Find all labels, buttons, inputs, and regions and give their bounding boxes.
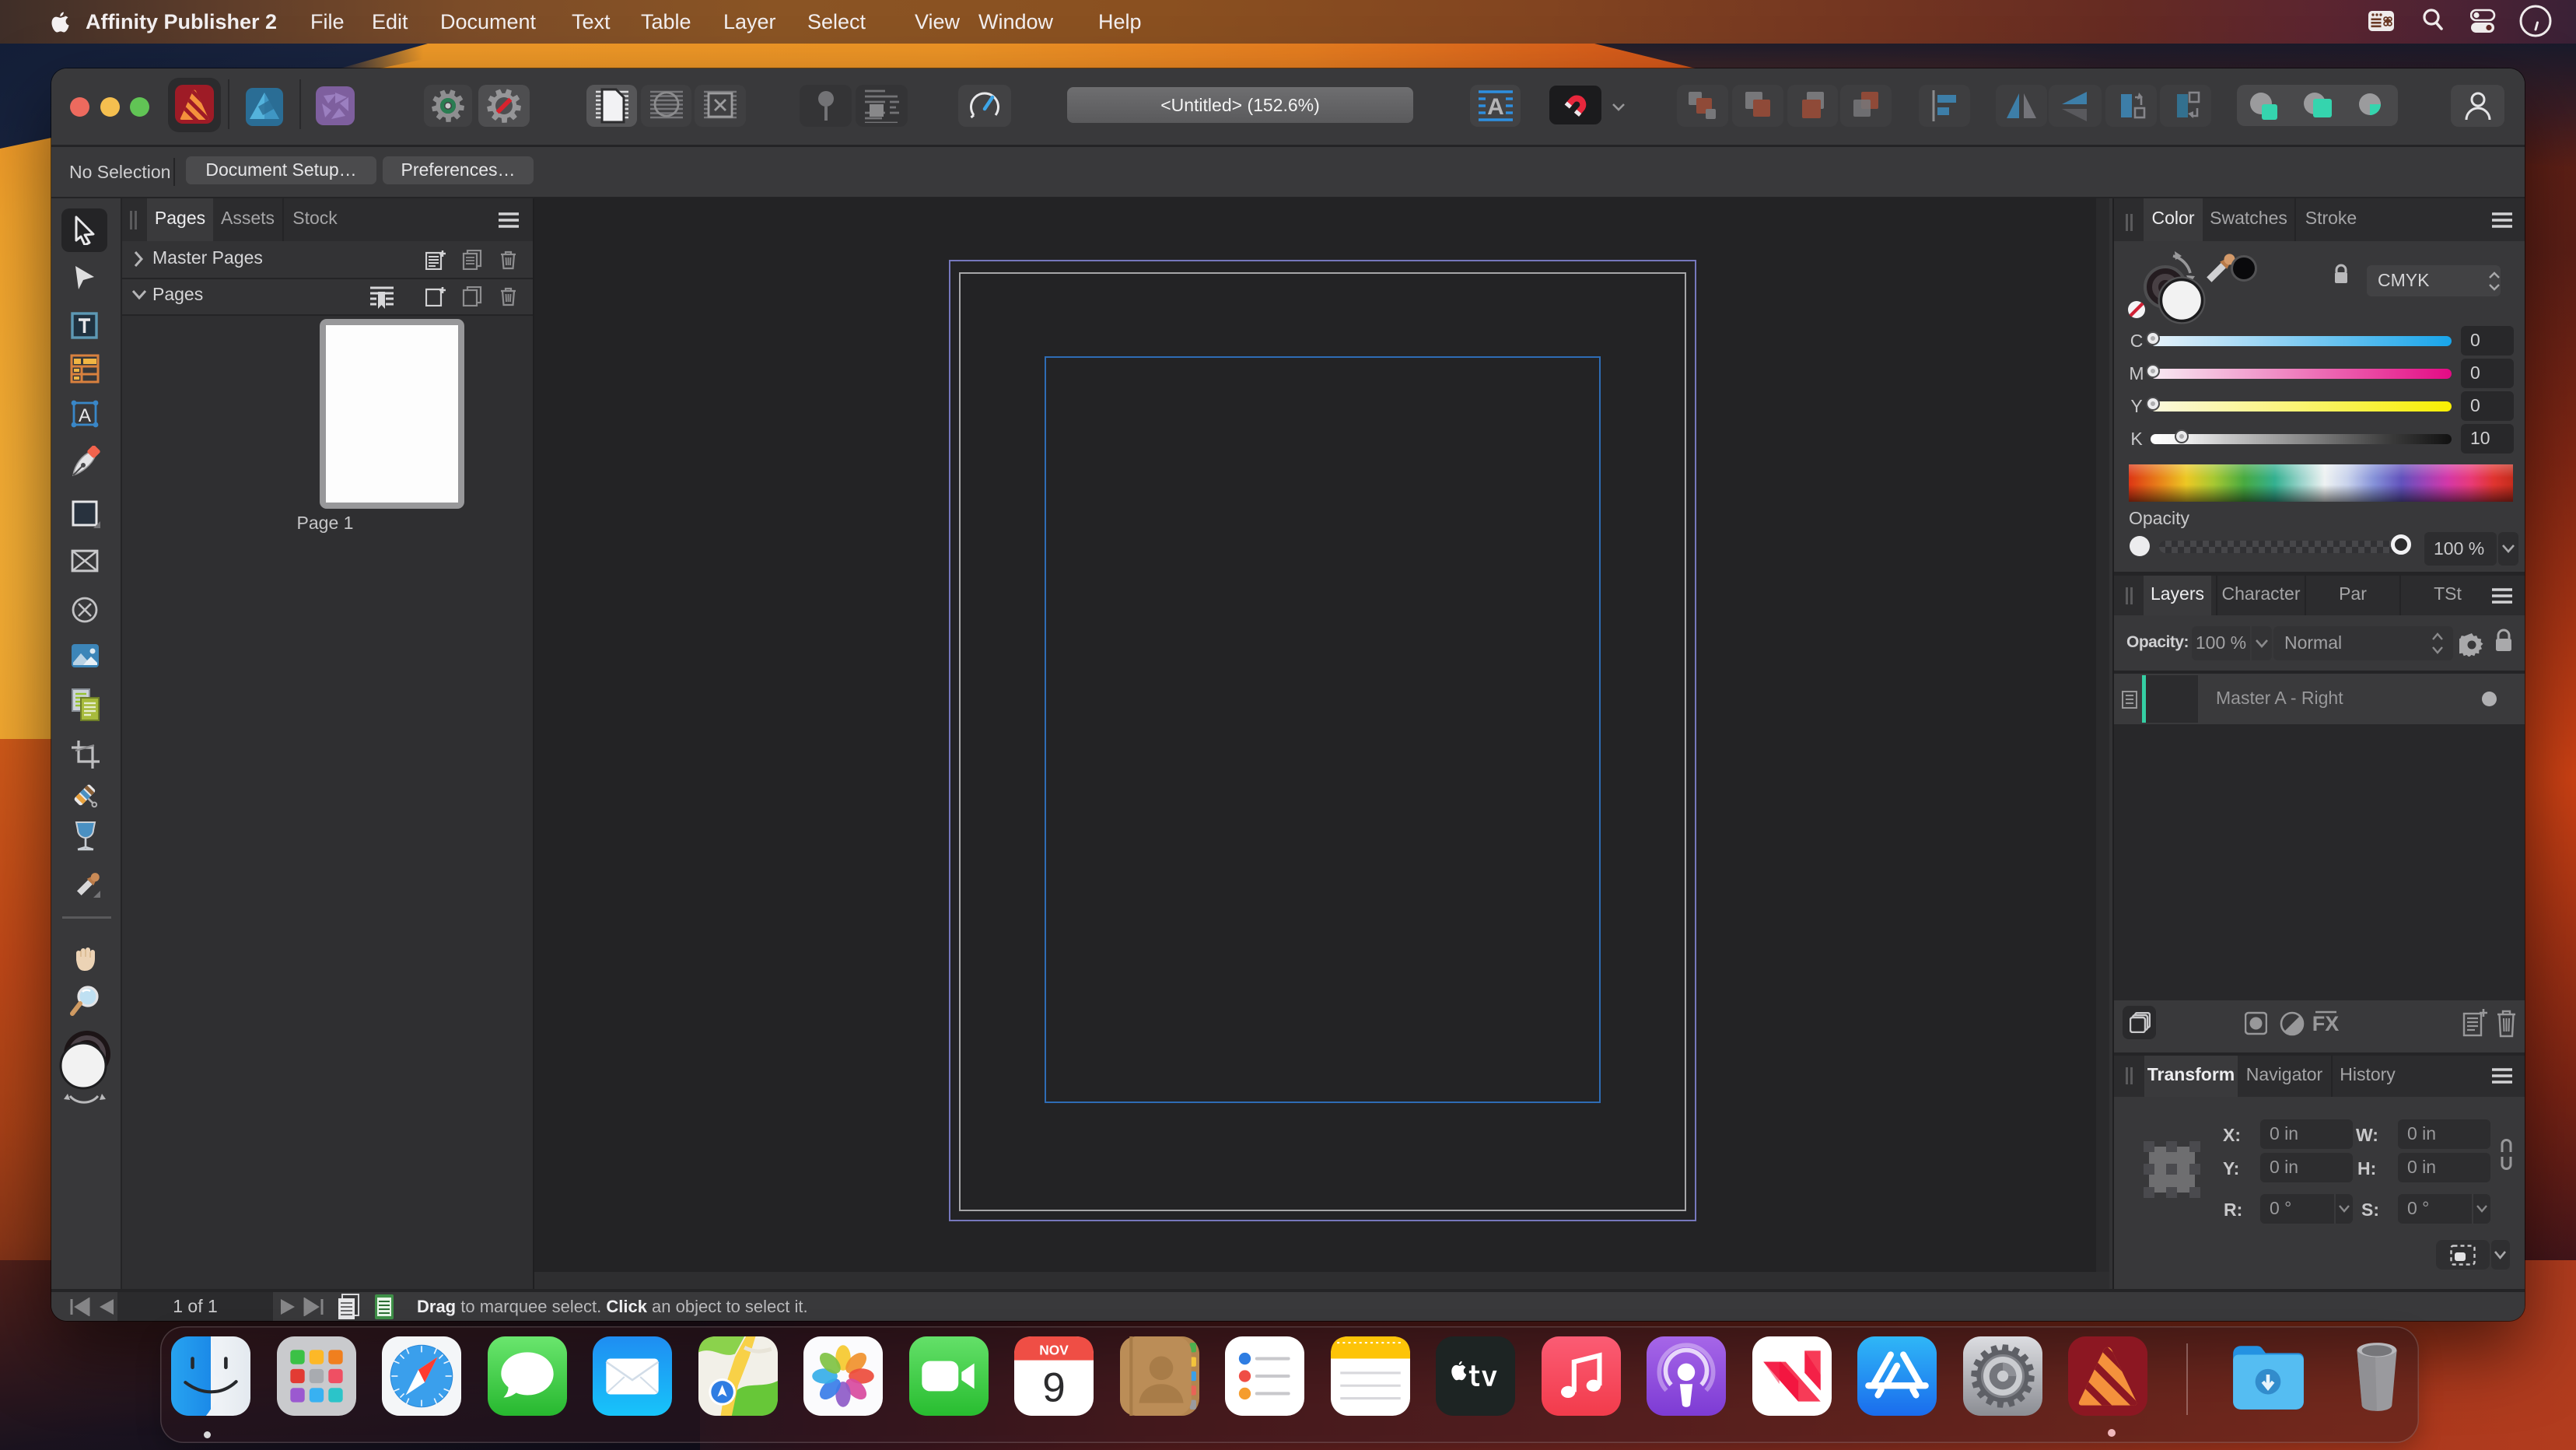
svg-text:A: A	[1487, 94, 1504, 120]
svg-text:A: A	[79, 405, 91, 426]
svg-text:9: 9	[1042, 1365, 1066, 1411]
svg-text:FX: FX	[2313, 1012, 2339, 1035]
svg-text:NOV: NOV	[1039, 1342, 1069, 1357]
